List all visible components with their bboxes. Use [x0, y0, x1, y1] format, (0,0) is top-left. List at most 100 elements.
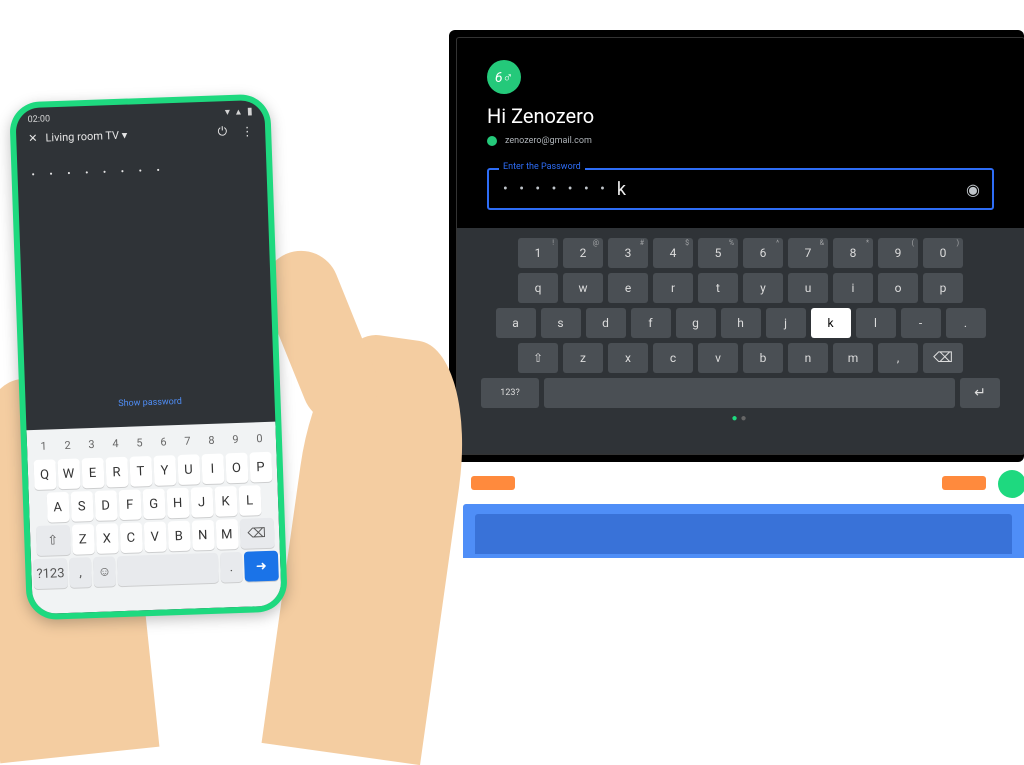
show-password-icon[interactable]: ◉ [966, 180, 980, 199]
emoji-key[interactable]: ☺ [93, 556, 116, 587]
tvkey-d[interactable]: d [586, 308, 626, 338]
tvkey-z[interactable]: z [563, 343, 603, 373]
symbols-key[interactable]: ?123 [33, 558, 68, 589]
tv-space-key[interactable] [544, 378, 955, 408]
tvkey-y[interactable]: y [743, 273, 783, 303]
tv-enter-key[interactable]: ↵ [960, 378, 1000, 408]
kb-key-3[interactable]: 3 [80, 433, 103, 456]
shift-key[interactable]: ⇧ [35, 525, 70, 556]
kb-key-9[interactable]: 9 [224, 428, 247, 451]
tvkey-b[interactable]: b [743, 343, 783, 373]
kb-key-d[interactable]: D [94, 490, 117, 521]
kb-key-p[interactable]: P [249, 452, 272, 483]
kb-key-r[interactable]: R [105, 457, 128, 488]
backspace-key[interactable]: ⌫ [239, 518, 274, 549]
tvkey-i[interactable]: i [833, 273, 873, 303]
tvkey-m[interactable]: m [833, 343, 873, 373]
kb-key-h[interactable]: H [166, 488, 189, 519]
kb-key-5[interactable]: 5 [128, 431, 151, 454]
speaker-left-icon [471, 476, 515, 490]
tvkey-g[interactable]: g [676, 308, 716, 338]
tvkey-q[interactable]: q [518, 273, 558, 303]
tvkey-5[interactable]: 5% [698, 238, 738, 268]
show-password-link[interactable]: Show password [39, 394, 260, 412]
tvkey-u[interactable]: u [788, 273, 828, 303]
tvkey-f[interactable]: f [631, 308, 671, 338]
tvkey-0[interactable]: 0) [923, 238, 963, 268]
kb-key-g[interactable]: G [142, 489, 165, 520]
tv-backspace-key[interactable]: ⌫ [923, 343, 963, 373]
kb-key-k[interactable]: K [214, 486, 237, 517]
tvkey-h[interactable]: h [721, 308, 761, 338]
tvkey-s[interactable]: s [541, 308, 581, 338]
period-key[interactable]: . [220, 552, 243, 583]
kb-key-b[interactable]: B [167, 521, 190, 552]
tvkey-j[interactable]: j [766, 308, 806, 338]
tv-password-input[interactable]: Enter the Password • • • • • • • k ◉ [487, 168, 994, 210]
kb-key-n[interactable]: N [191, 520, 214, 551]
wifi-icon: ▾ [225, 107, 230, 118]
tvkey-o[interactable]: o [878, 273, 918, 303]
tvkey-r[interactable]: r [653, 273, 693, 303]
kb-key-a[interactable]: A [46, 492, 69, 523]
chevron-down-icon: ▾ [122, 129, 128, 142]
tvkey-4[interactable]: 4$ [653, 238, 693, 268]
tvkey-9[interactable]: 9( [878, 238, 918, 268]
kb-key-6[interactable]: 6 [152, 430, 175, 453]
kb-key-t[interactable]: T [129, 456, 152, 487]
kb-key-c[interactable]: C [119, 522, 142, 553]
phone-password-field[interactable]: • • • • • • • • [31, 162, 252, 181]
kb-key-q[interactable]: Q [33, 459, 56, 490]
space-key[interactable] [117, 553, 219, 587]
kb-key-u[interactable]: U [177, 454, 200, 485]
kb-key-i[interactable]: I [201, 453, 224, 484]
kb-key-2[interactable]: 2 [56, 434, 79, 457]
tvkey--[interactable]: - [901, 308, 941, 338]
tvkey-6[interactable]: 6^ [743, 238, 783, 268]
tvkey-p[interactable]: p [923, 273, 963, 303]
tvkey-c[interactable]: c [653, 343, 693, 373]
kb-key-0[interactable]: 0 [248, 427, 271, 450]
tvkey-8[interactable]: 8* [833, 238, 873, 268]
kb-key-j[interactable]: J [190, 487, 213, 518]
tvkb-row-1: 1!2@3#4$5%6^7&8*9(0) [481, 238, 1000, 268]
kb-key-8[interactable]: 8 [200, 428, 223, 451]
kb-key-1[interactable]: 1 [32, 434, 55, 457]
tvkey-.[interactable]: . [946, 308, 986, 338]
more-icon[interactable]: ⋮ [241, 124, 253, 138]
kb-key-w[interactable]: W [57, 458, 80, 489]
tvkey-a[interactable]: a [496, 308, 536, 338]
tvkey-3[interactable]: 3# [608, 238, 648, 268]
tvkey-e[interactable]: e [608, 273, 648, 303]
tvkey-k[interactable]: k [811, 308, 851, 338]
kb-key-f[interactable]: F [118, 489, 141, 520]
comma-key[interactable]: , [69, 557, 92, 588]
kb-key-o[interactable]: O [225, 453, 248, 484]
kb-key-m[interactable]: M [215, 519, 238, 550]
tvkey-x[interactable]: x [608, 343, 648, 373]
enter-key[interactable]: ➜ [244, 551, 279, 582]
tvkey-v[interactable]: v [698, 343, 738, 373]
tvkey-,[interactable]: , [878, 343, 918, 373]
tvkey-t[interactable]: t [698, 273, 738, 303]
tvkey-7[interactable]: 7& [788, 238, 828, 268]
tvkey-w[interactable]: w [563, 273, 603, 303]
tv-symbols-key[interactable]: 123? [481, 378, 539, 408]
kb-key-4[interactable]: 4 [104, 432, 127, 455]
kb-key-z[interactable]: Z [71, 524, 94, 555]
tv-shift-key[interactable]: ⇧ [518, 343, 558, 373]
tvkey-l[interactable]: l [856, 308, 896, 338]
kb-key-x[interactable]: X [95, 523, 118, 554]
kb-key-l[interactable]: L [238, 485, 261, 516]
kb-key-e[interactable]: E [81, 458, 104, 489]
tvkey-1[interactable]: 1! [518, 238, 558, 268]
cast-device-name[interactable]: Living room TV ▾ [45, 129, 127, 145]
close-icon[interactable]: ✕ [28, 132, 38, 145]
power-icon[interactable]: ⏻ [217, 124, 227, 139]
kb-key-v[interactable]: V [143, 522, 166, 553]
kb-key-7[interactable]: 7 [176, 429, 199, 452]
tvkey-n[interactable]: n [788, 343, 828, 373]
kb-key-s[interactable]: S [70, 491, 93, 522]
tvkey-2[interactable]: 2@ [563, 238, 603, 268]
kb-key-y[interactable]: Y [153, 455, 176, 486]
